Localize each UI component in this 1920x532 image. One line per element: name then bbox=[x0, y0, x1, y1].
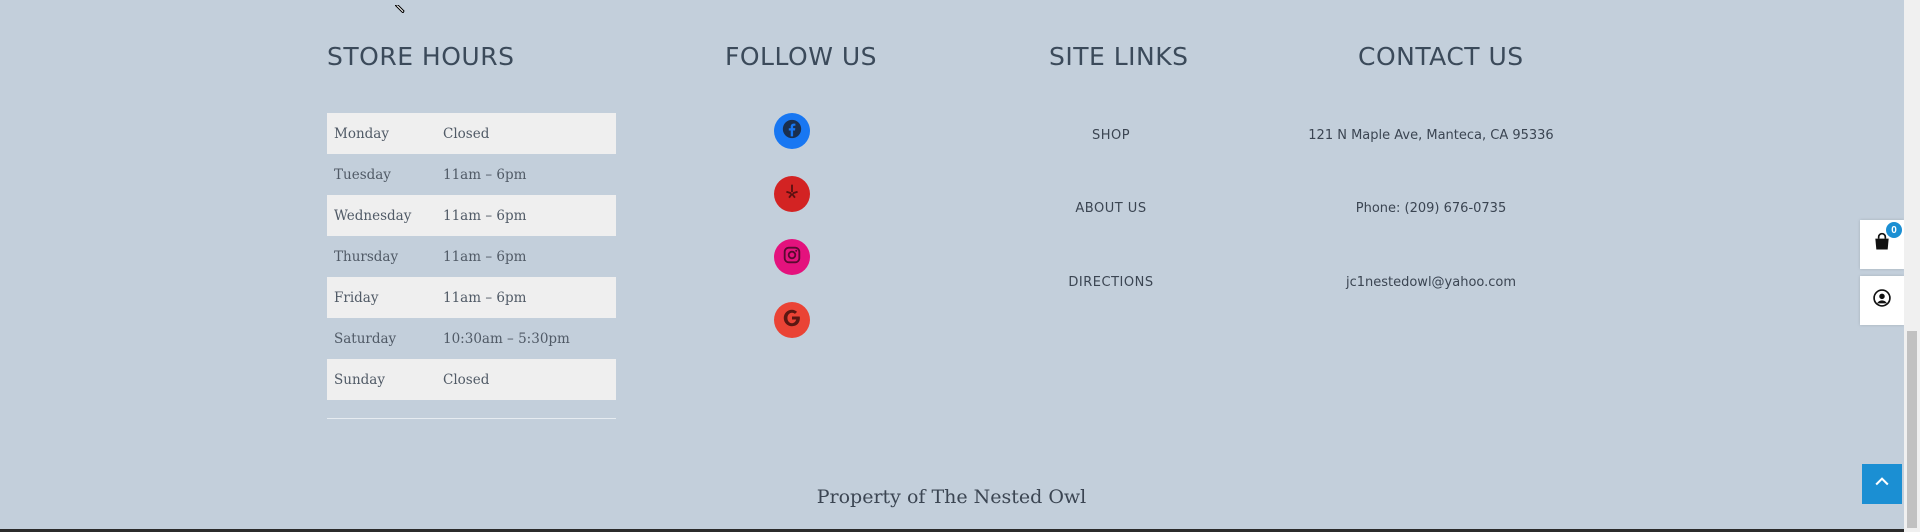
yelp-icon bbox=[781, 181, 803, 208]
hours-row: Wednesday 11am – 6pm bbox=[327, 195, 616, 236]
follow-us-title: FOLLOW US bbox=[725, 42, 878, 71]
hours-time: 10:30am – 5:30pm bbox=[443, 330, 570, 347]
google-link[interactable] bbox=[774, 302, 810, 338]
copyright-text: Property of The Nested Owl bbox=[816, 486, 1087, 508]
facebook-icon bbox=[781, 118, 803, 145]
google-icon bbox=[781, 307, 803, 334]
facebook-link[interactable] bbox=[774, 113, 810, 149]
hours-time: Closed bbox=[443, 371, 490, 388]
contact-phone: Phone: (209) 676-0735 bbox=[1355, 201, 1507, 216]
contact-us-title: CONTACT US bbox=[1358, 42, 1524, 71]
back-to-top-button[interactable] bbox=[1862, 464, 1902, 504]
instagram-link[interactable] bbox=[774, 239, 810, 275]
hours-time: 11am – 6pm bbox=[443, 166, 527, 183]
hours-row: Sunday Closed bbox=[327, 359, 616, 400]
hours-time: 11am – 6pm bbox=[443, 289, 527, 306]
mouse-cursor-icon bbox=[393, 0, 407, 18]
yelp-link[interactable] bbox=[774, 176, 810, 212]
site-links-title: SITE LINKS bbox=[1049, 42, 1189, 71]
user-circle-icon bbox=[1872, 288, 1892, 313]
hours-day: Saturday bbox=[334, 330, 397, 347]
chevron-up-icon bbox=[1872, 472, 1892, 497]
hours-row: Friday 11am – 6pm bbox=[327, 277, 616, 318]
hours-row: Tuesday 11am – 6pm bbox=[327, 154, 616, 195]
hours-day: Friday bbox=[334, 289, 379, 306]
hours-time: 11am – 6pm bbox=[443, 207, 527, 224]
hours-row: Thursday 11am – 6pm bbox=[327, 236, 616, 277]
hours-day: Sunday bbox=[334, 371, 385, 388]
hours-row: Saturday 10:30am – 5:30pm bbox=[327, 318, 616, 359]
contact-email-link[interactable]: jc1nestedowl@yahoo.com bbox=[1231, 275, 1631, 290]
shop-link[interactable]: SHOP bbox=[1011, 128, 1211, 143]
hours-divider bbox=[327, 418, 616, 419]
store-hours-table: Monday Closed Tuesday 11am – 6pm Wednesd… bbox=[327, 113, 616, 400]
hours-time: 11am – 6pm bbox=[443, 248, 527, 265]
hours-day: Thursday bbox=[334, 248, 399, 265]
scrollbar-thumb[interactable] bbox=[1907, 331, 1917, 528]
hours-day: Monday bbox=[334, 125, 389, 142]
contact-address: 121 N Maple Ave, Manteca, CA 95336 bbox=[1308, 128, 1554, 143]
directions-link[interactable]: DIRECTIONS bbox=[1011, 275, 1211, 290]
instagram-icon bbox=[781, 244, 803, 271]
hours-day: Tuesday bbox=[334, 166, 391, 183]
account-button[interactable] bbox=[1860, 276, 1904, 325]
hours-time: Closed bbox=[443, 125, 490, 142]
hours-row: Monday Closed bbox=[327, 113, 616, 154]
about-us-link[interactable]: ABOUT US bbox=[1011, 201, 1211, 216]
hours-day: Wednesday bbox=[334, 207, 412, 224]
cart-count-badge: 0 bbox=[1886, 222, 1902, 238]
store-hours-title: STORE HOURS bbox=[327, 42, 515, 71]
cart-button[interactable]: 0 bbox=[1860, 220, 1904, 269]
